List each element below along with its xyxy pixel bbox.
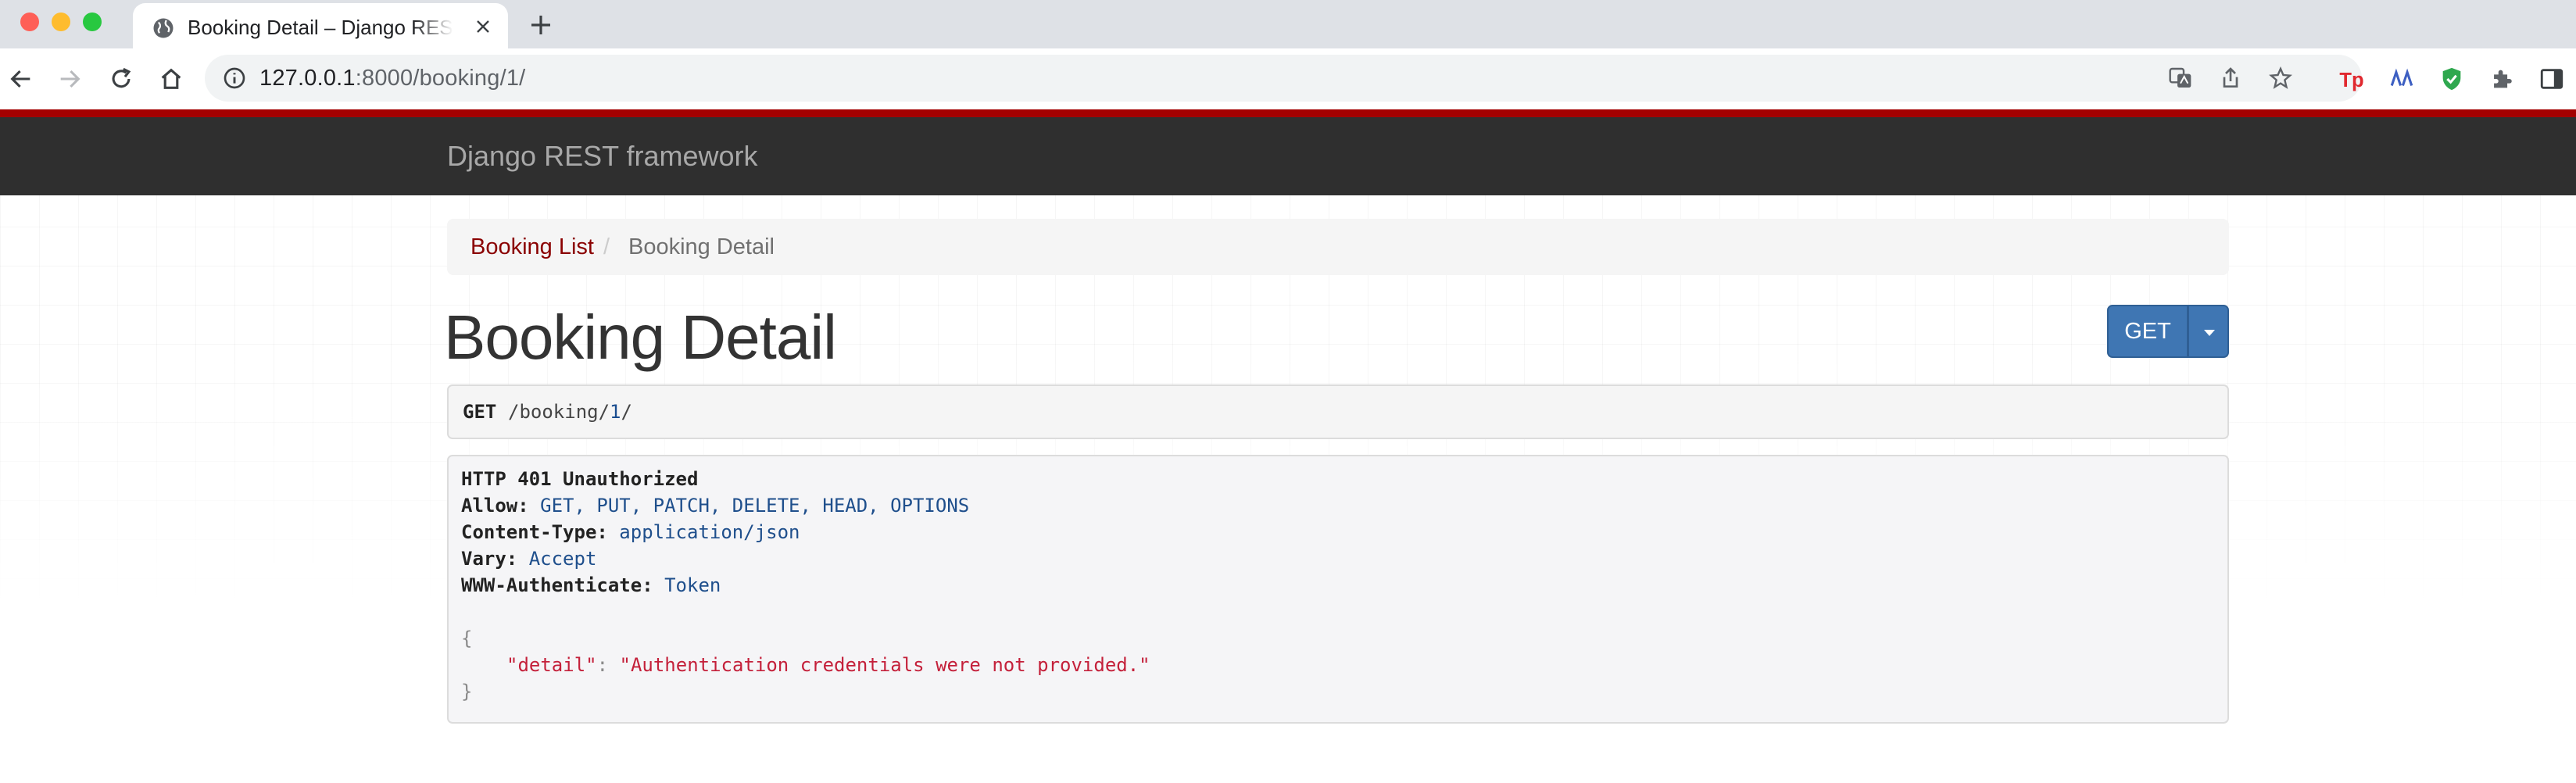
get-button-group: GET xyxy=(2107,305,2229,358)
url-text: 127.0.0.1:8000/booking/1/ xyxy=(259,64,525,92)
get-button[interactable]: GET xyxy=(2107,305,2188,358)
json-open-brace: { xyxy=(461,627,473,649)
response-status: HTTP 401 Unauthorized xyxy=(461,468,699,490)
extension-wave-icon[interactable] xyxy=(2388,66,2415,92)
page-viewport: Django REST framework Booking List / Boo… xyxy=(0,109,2576,783)
navbar: Django REST framework xyxy=(0,117,2576,195)
breadcrumb-separator: / xyxy=(603,234,610,259)
translate-icon[interactable] xyxy=(2168,66,2193,91)
response-header-row: Vary: Accept xyxy=(461,545,596,572)
browser-tab-bar: Booking Detail – Django REST framework xyxy=(0,0,2576,48)
close-window-button[interactable] xyxy=(20,13,39,31)
header-key: Content-Type: xyxy=(461,521,608,543)
browser-tab-active[interactable]: Booking Detail – Django REST framework xyxy=(133,3,508,48)
header-value: application/json xyxy=(619,521,800,543)
response-header-row: WWW-Authenticate: Token xyxy=(461,572,721,599)
reload-icon[interactable] xyxy=(108,66,134,92)
request-path: /booking/1/ xyxy=(508,386,632,438)
side-panel-icon[interactable] xyxy=(2538,66,2565,92)
header-value: Accept xyxy=(528,548,597,570)
back-arrow-icon[interactable] xyxy=(8,66,34,92)
url-host: 127.0.0.1 xyxy=(259,66,356,91)
header-value: GET, PUT, PATCH, DELETE, HEAD, OPTIONS xyxy=(540,495,970,517)
header-value: Token xyxy=(664,574,721,596)
header-key: Vary: xyxy=(461,548,518,570)
globe-icon xyxy=(153,18,174,38)
request-path-prefix: /booking/ xyxy=(508,401,610,423)
top-accent-bar xyxy=(0,109,2576,117)
json-value: "Authentication credentials were not pro… xyxy=(619,654,1150,676)
extensions-puzzle-icon[interactable] xyxy=(2488,66,2515,92)
minimize-window-button[interactable] xyxy=(52,13,70,31)
json-detail-row: "detail": "Authentication credentials we… xyxy=(506,652,1150,678)
json-key: "detail" xyxy=(506,654,597,676)
json-colon: : xyxy=(596,654,609,676)
share-icon[interactable] xyxy=(2218,66,2243,91)
bookmark-star-icon[interactable] xyxy=(2268,66,2293,91)
address-bar[interactable]: 127.0.0.1:8000/booking/1/ xyxy=(205,55,2362,102)
new-tab-icon[interactable] xyxy=(528,13,553,38)
svg-text:Tp: Tp xyxy=(2339,70,2363,91)
shield-check-icon[interactable] xyxy=(2438,66,2465,92)
forward-arrow-icon[interactable] xyxy=(56,66,83,92)
json-close-brace: } xyxy=(461,681,473,703)
tab-title: Booking Detail – Django REST framework xyxy=(188,16,453,39)
header-key: WWW-Authenticate: xyxy=(461,574,653,596)
site-info-icon[interactable] xyxy=(222,66,247,91)
request-method: GET xyxy=(463,401,497,423)
breadcrumb-item-booking-detail: Booking Detail xyxy=(628,234,775,259)
close-tab-icon[interactable] xyxy=(474,17,492,36)
response-header-row: Allow: GET, PUT, PATCH, DELETE, HEAD, OP… xyxy=(461,492,969,519)
extension-tp-icon[interactable]: Tp xyxy=(2338,66,2365,92)
caret-down-icon xyxy=(2204,330,2215,336)
response-header-row: Content-Type: application/json xyxy=(461,519,800,545)
request-info: GET /booking/1/ xyxy=(447,384,2229,439)
request-path-id: 1 xyxy=(610,401,621,423)
url-path: :8000/booking/1/ xyxy=(355,66,526,91)
format-dropdown-button[interactable] xyxy=(2188,305,2229,358)
maximize-window-button[interactable] xyxy=(83,13,102,31)
browser-toolbar: 127.0.0.1:8000/booking/1/ Tp xyxy=(0,48,2576,110)
home-icon[interactable] xyxy=(158,66,184,92)
header-key: Allow: xyxy=(461,495,529,517)
request-path-suffix: / xyxy=(621,401,632,423)
response-info: HTTP 401 Unauthorized Allow: GET, PUT, P… xyxy=(447,455,2229,724)
page-title: Booking Detail xyxy=(444,302,837,372)
breadcrumb-link-booking-list[interactable]: Booking List xyxy=(470,233,594,261)
breadcrumb: Booking List / Booking Detail xyxy=(447,219,2229,275)
navbar-brand[interactable]: Django REST framework xyxy=(447,139,757,173)
